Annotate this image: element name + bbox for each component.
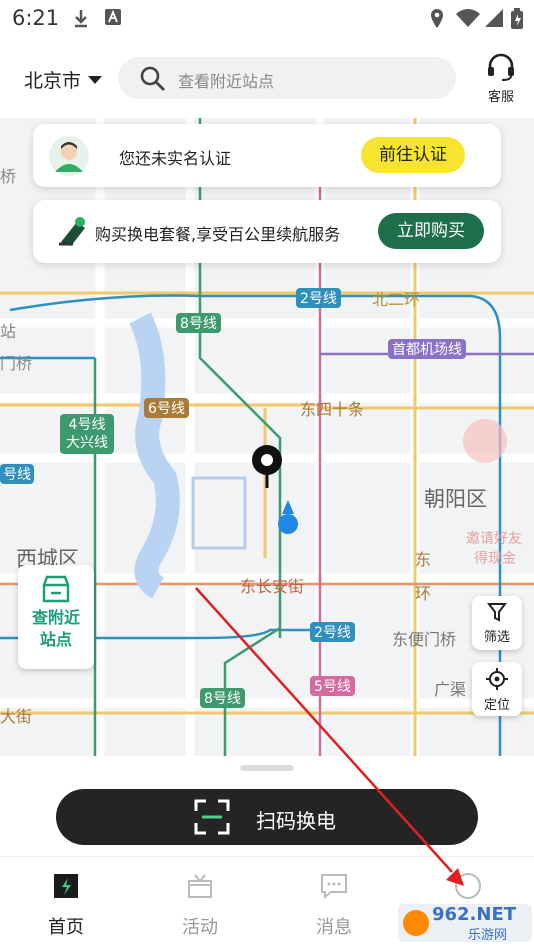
gift-icon bbox=[188, 874, 212, 898]
locate-icon bbox=[486, 668, 508, 690]
guangqu-label: 广渠 bbox=[434, 680, 467, 699]
battery-swap-icon bbox=[59, 217, 85, 246]
tab-messages[interactable]: 消息 bbox=[294, 871, 374, 939]
line8-label-bottom: 8号线 bbox=[200, 688, 245, 708]
search-placeholder: 查看附近站点 bbox=[178, 72, 275, 91]
current-location-icon bbox=[278, 500, 298, 534]
edge-menqiao-label: 门桥 bbox=[0, 354, 33, 373]
nearby-stations-line1: 查附近 bbox=[31, 608, 80, 627]
scan-swap-button[interactable]: 扫码换电 bbox=[56, 789, 478, 845]
avatar-icon bbox=[49, 136, 89, 176]
edge-zhan-label: 站 bbox=[0, 322, 17, 341]
map-view[interactable]: 您还未实名认证 前往认证 购买换电套餐,享受百公里续航服务 立即购买 2号线 北… bbox=[0, 118, 534, 758]
customer-service-label: 客服 bbox=[487, 90, 514, 105]
watermark-logo: 962.NET 乐游网 bbox=[398, 898, 532, 944]
edge-qiao-label: 桥 bbox=[0, 167, 17, 186]
east-ring-label-a: 东 bbox=[415, 550, 432, 569]
line2-label-bottom: 2号线 bbox=[310, 622, 355, 642]
tab-messages-label: 消息 bbox=[316, 917, 352, 938]
headset-icon bbox=[488, 53, 514, 81]
daqie-label: 大街 bbox=[0, 707, 33, 726]
line4-label-line2: 大兴线 bbox=[66, 435, 108, 451]
invite-label-a: 邀请好友 bbox=[466, 531, 522, 547]
wifi-icon bbox=[456, 9, 480, 27]
city-label: 北京市 bbox=[24, 70, 82, 92]
filter-icon bbox=[487, 603, 507, 622]
invite-label-b: 得现金 bbox=[474, 551, 516, 567]
nearby-stations-button[interactable]: 查附近 站点 bbox=[18, 565, 94, 669]
line2-label-top: 2号线 bbox=[296, 288, 341, 308]
nearby-stations-line2: 站点 bbox=[39, 630, 72, 649]
chevron-down-icon bbox=[88, 75, 103, 84]
tab-activity-label: 活动 bbox=[182, 917, 218, 938]
customer-service-button[interactable]: 客服 bbox=[478, 52, 524, 105]
line8-label-top: 8号线 bbox=[176, 313, 221, 333]
line5-label: 5号线 bbox=[310, 676, 355, 696]
status-time: 6:21 bbox=[12, 6, 60, 30]
profile-icon bbox=[455, 873, 481, 899]
airport-line-label: 首都机场线 bbox=[388, 339, 466, 359]
package-text: 购买换电套餐,享受百公里续航服务 bbox=[95, 225, 341, 244]
package-banner: 购买换电套餐,享受百公里续航服务 立即购买 bbox=[33, 200, 501, 263]
location-icon bbox=[431, 9, 443, 28]
top-bar: 北京市 查看附近站点 客服 bbox=[0, 38, 534, 118]
verify-text: 您还未实名认证 bbox=[119, 149, 232, 168]
changan-label: 东长安街 bbox=[240, 577, 305, 596]
message-icon bbox=[321, 874, 347, 900]
tab-home-label: 首页 bbox=[48, 917, 84, 938]
filter-label: 筛选 bbox=[483, 630, 510, 645]
download-icon bbox=[75, 10, 87, 28]
east-ring-label-b: 环 bbox=[415, 584, 432, 603]
app-notification-icon bbox=[105, 9, 121, 25]
filter-button[interactable]: 筛选 bbox=[472, 596, 522, 650]
map-pin-icon[interactable] bbox=[250, 444, 284, 490]
home-tab-icon bbox=[54, 874, 78, 898]
scan-swap-label: 扫码换电 bbox=[256, 809, 336, 833]
bottom-panel: 扫码换电 bbox=[0, 756, 534, 856]
store-icon bbox=[42, 575, 70, 603]
tab-home[interactable]: 首页 bbox=[26, 871, 106, 939]
search-icon bbox=[140, 66, 165, 91]
locate-button[interactable]: 定位 bbox=[472, 662, 522, 716]
line4-label: 4号线 大兴线 bbox=[60, 414, 114, 454]
edge-line-label: 号线 bbox=[0, 464, 34, 484]
line4-label-line1: 4号线 bbox=[68, 417, 106, 433]
watermark-sub: 乐游网 bbox=[468, 928, 508, 943]
dongbianmen-label: 东便门桥 bbox=[392, 630, 457, 649]
city-selector[interactable]: 北京市 bbox=[24, 66, 103, 93]
locate-label: 定位 bbox=[483, 698, 510, 713]
search-bar[interactable]: 查看附近站点 bbox=[118, 57, 456, 99]
scan-icon bbox=[194, 799, 230, 835]
package-button[interactable]: 立即购买 bbox=[378, 213, 484, 249]
line6-label: 6号线 bbox=[144, 398, 189, 418]
tab-activity[interactable]: 活动 bbox=[160, 871, 240, 939]
drag-handle[interactable] bbox=[240, 765, 294, 771]
watermark-brand: 962.NET bbox=[432, 904, 517, 925]
signal-icon bbox=[485, 9, 503, 27]
chaoyang-label: 朝阳区 bbox=[424, 487, 487, 511]
battery-icon bbox=[511, 8, 523, 29]
north2ring-label: 北二环 bbox=[372, 290, 421, 309]
verify-button[interactable]: 前往认证 bbox=[361, 137, 465, 173]
verify-banner: 您还未实名认证 前往认证 bbox=[33, 124, 501, 187]
dongsi-label: 东四十条 bbox=[300, 400, 365, 419]
status-bar: 6:21 bbox=[0, 0, 534, 38]
